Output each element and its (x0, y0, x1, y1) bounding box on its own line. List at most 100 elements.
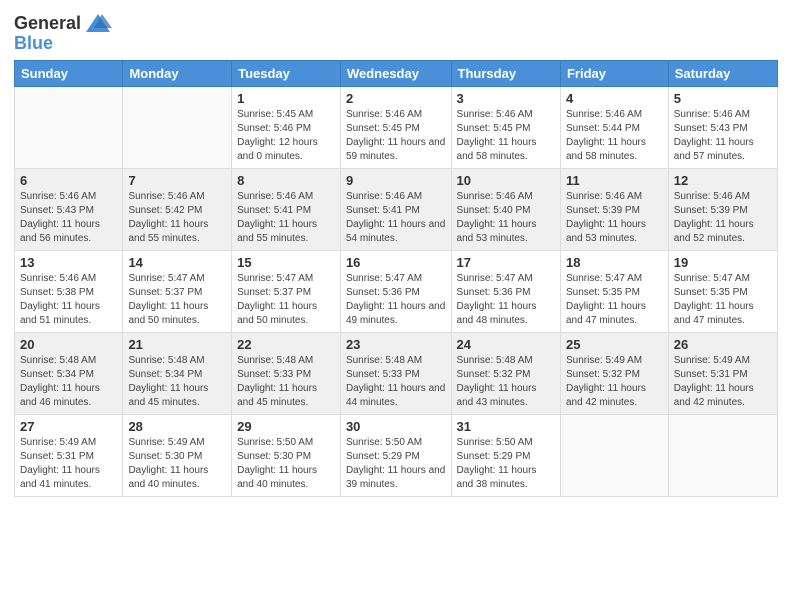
calendar-cell: 26Sunrise: 5:49 AM Sunset: 5:31 PM Dayli… (668, 332, 777, 414)
column-header-thursday: Thursday (451, 60, 560, 86)
header: General Blue (14, 10, 778, 54)
day-number: 10 (457, 173, 555, 188)
calendar-week-row: 20 Sunrise: 5:48 AM Sunset: 5:34 PM Dayli… (15, 332, 778, 414)
day-info: Sunrise: 5:48 AM Sunset: 5:34 PM Dayligh… (20, 354, 117, 410)
day-number: 6 (20, 173, 117, 188)
day-number: 30 (346, 419, 446, 434)
day-number: 14 (128, 255, 226, 270)
day-info: Sunrise: 5:46 AM Sunset: 5:43 PM Dayligh… (20, 190, 117, 246)
calendar-cell: 10 Sunrise: 5:46 AM Sunset: 5:40 PM Dayli… (451, 168, 560, 250)
day-number: 5 (674, 91, 772, 106)
calendar-cell: 28 Sunrise: 5:49 AM Sunset: 5:30 PM Dayli… (123, 414, 232, 496)
day-number: 3 (457, 91, 555, 106)
day-number: 1 (237, 91, 335, 106)
day-info: Sunrise: 5:47 AM Sunset: 5:37 PM Dayligh… (237, 272, 335, 328)
calendar-cell: 5 Sunrise: 5:46 AM Sunset: 5:43 PM Daylig… (668, 86, 777, 168)
calendar-cell (15, 86, 123, 168)
day-number: 25 (566, 337, 663, 352)
day-number: 23 (346, 337, 446, 352)
day-info: Sunrise: 5:46 AM Sunset: 5:39 PM Dayligh… (674, 190, 772, 246)
calendar-cell: 21Sunrise: 5:48 AM Sunset: 5:34 PM Dayli… (123, 332, 232, 414)
calendar-cell: 25 Sunrise: 5:49 AM Sunset: 5:32 PM Dayli… (560, 332, 668, 414)
day-info: Sunrise: 5:46 AM Sunset: 5:41 PM Dayligh… (346, 190, 446, 246)
day-info: Sunrise: 5:50 AM Sunset: 5:29 PM Dayligh… (457, 436, 555, 492)
column-header-sunday: Sunday (15, 60, 123, 86)
calendar-cell: 18 Sunrise: 5:47 AM Sunset: 5:35 PM Dayli… (560, 250, 668, 332)
day-number: 13 (20, 255, 117, 270)
day-info: Sunrise: 5:49 AM Sunset: 5:31 PM Dayligh… (20, 436, 117, 492)
day-info: Sunrise: 5:46 AM Sunset: 5:42 PM Dayligh… (128, 190, 226, 246)
day-number: 18 (566, 255, 663, 270)
calendar-cell: 15 Sunrise: 5:47 AM Sunset: 5:37 PM Dayli… (232, 250, 341, 332)
calendar-cell: 2 Sunrise: 5:46 AM Sunset: 5:45 PM Daylig… (340, 86, 451, 168)
day-number: 2 (346, 91, 446, 106)
day-number: 17 (457, 255, 555, 270)
day-info: Sunrise: 5:49 AM Sunset: 5:31 PM Dayligh… (674, 354, 772, 410)
day-info: Sunrise: 5:46 AM Sunset: 5:45 PM Dayligh… (346, 108, 446, 164)
calendar-cell: 27Sunrise: 5:49 AM Sunset: 5:31 PM Dayli… (15, 414, 123, 496)
calendar-cell: 22 Sunrise: 5:48 AM Sunset: 5:33 PM Dayli… (232, 332, 341, 414)
calendar-cell: 20 Sunrise: 5:48 AM Sunset: 5:34 PM Dayli… (15, 332, 123, 414)
day-info: Sunrise: 5:49 AM Sunset: 5:30 PM Dayligh… (128, 436, 226, 492)
day-number: 24 (457, 337, 555, 352)
day-number: 4 (566, 91, 663, 106)
day-number: 22 (237, 337, 335, 352)
day-info: Sunrise: 5:47 AM Sunset: 5:35 PM Dayligh… (674, 272, 772, 328)
day-info: Sunrise: 5:50 AM Sunset: 5:30 PM Dayligh… (237, 436, 335, 492)
day-info: Sunrise: 5:46 AM Sunset: 5:43 PM Dayligh… (674, 108, 772, 164)
day-info: Sunrise: 5:47 AM Sunset: 5:36 PM Dayligh… (346, 272, 446, 328)
day-info: Sunrise: 5:48 AM Sunset: 5:33 PM Dayligh… (237, 354, 335, 410)
calendar-cell: 13 Sunrise: 5:46 AM Sunset: 5:38 PM Dayli… (15, 250, 123, 332)
logo-icon (84, 10, 112, 38)
calendar-cell: 31 Sunrise: 5:50 AM Sunset: 5:29 PM Dayli… (451, 414, 560, 496)
calendar-cell: 30Sunrise: 5:50 AM Sunset: 5:29 PM Dayli… (340, 414, 451, 496)
calendar-cell: 24 Sunrise: 5:48 AM Sunset: 5:32 PM Dayli… (451, 332, 560, 414)
day-info: Sunrise: 5:47 AM Sunset: 5:35 PM Dayligh… (566, 272, 663, 328)
calendar-cell (560, 414, 668, 496)
day-info: Sunrise: 5:45 AM Sunset: 5:46 PM Dayligh… (237, 108, 335, 164)
calendar-cell: 7Sunrise: 5:46 AM Sunset: 5:42 PM Daylig… (123, 168, 232, 250)
calendar-cell: 4 Sunrise: 5:46 AM Sunset: 5:44 PM Daylig… (560, 86, 668, 168)
day-info: Sunrise: 5:47 AM Sunset: 5:36 PM Dayligh… (457, 272, 555, 328)
calendar-week-row: 6 Sunrise: 5:46 AM Sunset: 5:43 PM Daylig… (15, 168, 778, 250)
calendar-week-row: 27Sunrise: 5:49 AM Sunset: 5:31 PM Dayli… (15, 414, 778, 496)
day-info: Sunrise: 5:47 AM Sunset: 5:37 PM Dayligh… (128, 272, 226, 328)
day-info: Sunrise: 5:46 AM Sunset: 5:40 PM Dayligh… (457, 190, 555, 246)
day-info: Sunrise: 5:46 AM Sunset: 5:38 PM Dayligh… (20, 272, 117, 328)
column-header-monday: Monday (123, 60, 232, 86)
day-info: Sunrise: 5:46 AM Sunset: 5:41 PM Dayligh… (237, 190, 335, 246)
calendar-cell: 14 Sunrise: 5:47 AM Sunset: 5:37 PM Dayli… (123, 250, 232, 332)
calendar-cell (668, 414, 777, 496)
column-header-saturday: Saturday (668, 60, 777, 86)
day-number: 28 (128, 419, 226, 434)
day-number: 11 (566, 173, 663, 188)
calendar-cell: 12Sunrise: 5:46 AM Sunset: 5:39 PM Dayli… (668, 168, 777, 250)
day-number: 29 (237, 419, 335, 434)
calendar-cell: 8 Sunrise: 5:46 AM Sunset: 5:41 PM Daylig… (232, 168, 341, 250)
calendar-cell: 3 Sunrise: 5:46 AM Sunset: 5:45 PM Daylig… (451, 86, 560, 168)
calendar-cell: 16Sunrise: 5:47 AM Sunset: 5:36 PM Dayli… (340, 250, 451, 332)
day-number: 31 (457, 419, 555, 434)
day-number: 20 (20, 337, 117, 352)
day-number: 8 (237, 173, 335, 188)
day-info: Sunrise: 5:48 AM Sunset: 5:32 PM Dayligh… (457, 354, 555, 410)
calendar-cell: 29 Sunrise: 5:50 AM Sunset: 5:30 PM Dayli… (232, 414, 341, 496)
column-header-tuesday: Tuesday (232, 60, 341, 86)
day-info: Sunrise: 5:49 AM Sunset: 5:32 PM Dayligh… (566, 354, 663, 410)
day-number: 15 (237, 255, 335, 270)
logo-text-general: General (14, 14, 81, 34)
column-header-friday: Friday (560, 60, 668, 86)
calendar-cell: 9Sunrise: 5:46 AM Sunset: 5:41 PM Daylig… (340, 168, 451, 250)
calendar-cell: 6 Sunrise: 5:46 AM Sunset: 5:43 PM Daylig… (15, 168, 123, 250)
logo: General Blue (14, 10, 112, 54)
day-info: Sunrise: 5:46 AM Sunset: 5:44 PM Dayligh… (566, 108, 663, 164)
calendar-cell: 1 Sunrise: 5:45 AM Sunset: 5:46 PM Daylig… (232, 86, 341, 168)
day-info: Sunrise: 5:46 AM Sunset: 5:45 PM Dayligh… (457, 108, 555, 164)
day-number: 19 (674, 255, 772, 270)
calendar-week-row: 13 Sunrise: 5:46 AM Sunset: 5:38 PM Dayli… (15, 250, 778, 332)
calendar-cell: 17 Sunrise: 5:47 AM Sunset: 5:36 PM Dayli… (451, 250, 560, 332)
calendar-cell (123, 86, 232, 168)
calendar-week-row: 1 Sunrise: 5:45 AM Sunset: 5:46 PM Daylig… (15, 86, 778, 168)
calendar-table: SundayMondayTuesdayWednesdayThursdayFrid… (14, 60, 778, 497)
calendar-cell: 23Sunrise: 5:48 AM Sunset: 5:33 PM Dayli… (340, 332, 451, 414)
